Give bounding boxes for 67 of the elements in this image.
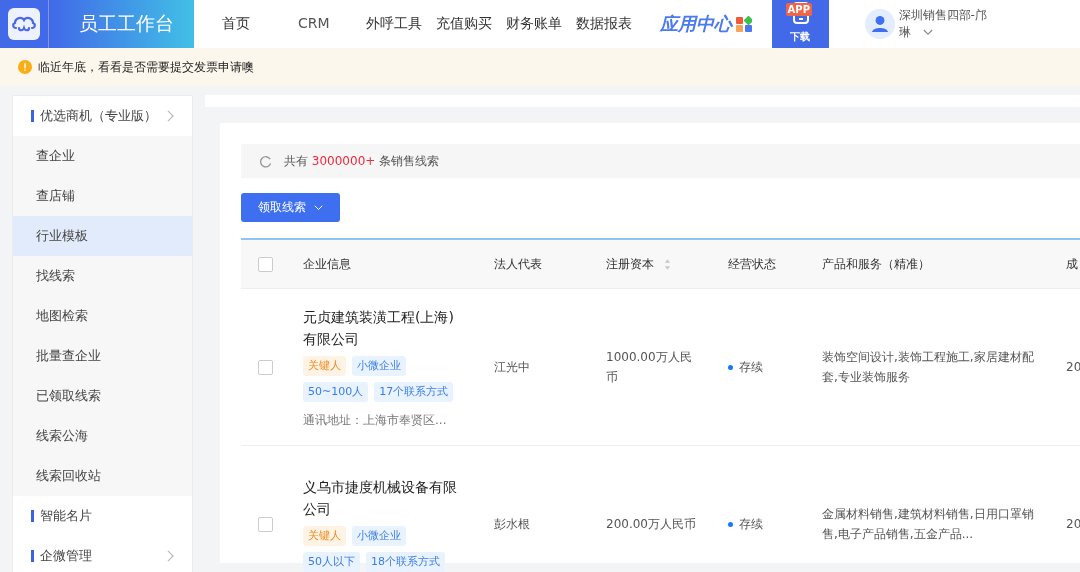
sidebar-item[interactable]: 优选商机（专业版） bbox=[13, 96, 192, 136]
select-all-checkbox[interactable] bbox=[257, 256, 273, 272]
sort-icon[interactable] bbox=[664, 257, 671, 271]
column-header: 经营状态 bbox=[728, 255, 776, 273]
table-cell-text: 装饰空间设计,装饰工程施工,家居建材配套,专业装饰服务 bbox=[822, 349, 1035, 386]
sidebar-item[interactable]: 查店铺 bbox=[13, 176, 192, 216]
sidebar-item[interactable]: 批量查企业 bbox=[13, 336, 192, 376]
sidebar-item[interactable]: 线索公海 bbox=[13, 416, 192, 456]
chevron-right-icon bbox=[167, 110, 174, 122]
chevron-down-icon[interactable] bbox=[922, 29, 933, 36]
sidebar-item[interactable]: 智能名片 bbox=[13, 496, 192, 536]
company-name[interactable]: 义乌市捷度机械设备有限公司 bbox=[303, 476, 463, 520]
user-name[interactable]: 深圳销售四部-邝 bbox=[898, 7, 987, 24]
tag: 18个联系方式 bbox=[366, 552, 445, 572]
app-grid-icon bbox=[735, 16, 752, 32]
status-text: 存续 bbox=[739, 358, 763, 376]
address-text: 通讯地址：上海市奉贤区... bbox=[303, 411, 447, 429]
chevron-down-icon bbox=[314, 204, 323, 211]
sidebar-item[interactable]: 行业模板 bbox=[13, 216, 192, 256]
app-download-button[interactable]: APP 下载 bbox=[771, 0, 829, 48]
sidebar-item[interactable]: 地图检索 bbox=[13, 296, 192, 336]
sidebar-item[interactable]: 找线索 bbox=[13, 256, 192, 296]
row-checkbox[interactable] bbox=[257, 359, 273, 375]
sidebar-item[interactable]: 已领取线索 bbox=[13, 376, 192, 416]
app-title: 员工工作台 bbox=[49, 0, 194, 48]
notice-text: 临近年底，看看是否需要提交发票申请噢 bbox=[38, 58, 254, 76]
table-cell-text: 200.00万人民币 bbox=[606, 516, 696, 533]
tag: 小微企业 bbox=[352, 355, 406, 376]
tag: 17个联系方式 bbox=[374, 381, 454, 402]
nav-link[interactable]: 首页 bbox=[222, 15, 250, 33]
table-cell: 20 bbox=[1066, 517, 1080, 531]
claim-leads-button[interactable]: 领取线索 bbox=[241, 193, 340, 222]
app-badge: APP bbox=[785, 3, 812, 16]
summary-text: 共有 3000000+ 条销售线索 bbox=[284, 152, 440, 170]
company-name[interactable]: 元贞建筑装潢工程(上海)有限公司 bbox=[303, 305, 463, 350]
sidebar-item[interactable]: 线索回收站 bbox=[13, 456, 192, 496]
tag: 50人以下 bbox=[303, 552, 360, 572]
tag: 50~100人 bbox=[303, 381, 369, 402]
sidebar-item[interactable]: 查企业 bbox=[13, 136, 192, 176]
nav-link[interactable]: CRM bbox=[298, 15, 330, 33]
column-header: 成 bbox=[1066, 255, 1078, 273]
nav-link[interactable]: 充值购买 bbox=[435, 15, 492, 33]
table-cell: 彭水根 bbox=[494, 515, 530, 533]
table-cell-text: 1000.00万人民币 bbox=[606, 349, 693, 386]
table-cell-text: 金属材料销售,建筑材料销售,日用口罩销售,电子产品销售,五金产品... bbox=[822, 506, 1035, 543]
warning-icon bbox=[18, 60, 32, 74]
refresh-icon[interactable] bbox=[259, 154, 272, 168]
tag: 小微企业 bbox=[352, 526, 406, 546]
user-name[interactable]: 琳 bbox=[898, 24, 911, 41]
table-cell: 江光中 bbox=[494, 358, 530, 376]
column-header: 法人代表 bbox=[494, 255, 542, 273]
avatar-icon bbox=[864, 9, 895, 39]
app-center-link[interactable]: 应用中心 bbox=[659, 12, 732, 36]
column-header: 注册资本 bbox=[606, 255, 654, 273]
row-checkbox[interactable] bbox=[257, 516, 273, 532]
nav-link[interactable]: 财务账单 bbox=[505, 15, 562, 33]
status-text: 存续 bbox=[739, 515, 763, 533]
column-header: 产品和服务（精准） bbox=[822, 255, 930, 273]
tag: 关键人 bbox=[303, 355, 346, 376]
nav-link[interactable]: 外呼工具 bbox=[365, 15, 422, 33]
column-header: 企业信息 bbox=[303, 255, 351, 273]
table-cell: 20 bbox=[1066, 360, 1080, 374]
sidebar-item[interactable]: 企微管理 bbox=[13, 536, 192, 572]
tag: 关键人 bbox=[303, 526, 346, 546]
nav-link[interactable]: 数据报表 bbox=[575, 15, 632, 33]
cloud-logo-icon bbox=[8, 8, 40, 40]
chevron-right-icon bbox=[167, 550, 174, 562]
